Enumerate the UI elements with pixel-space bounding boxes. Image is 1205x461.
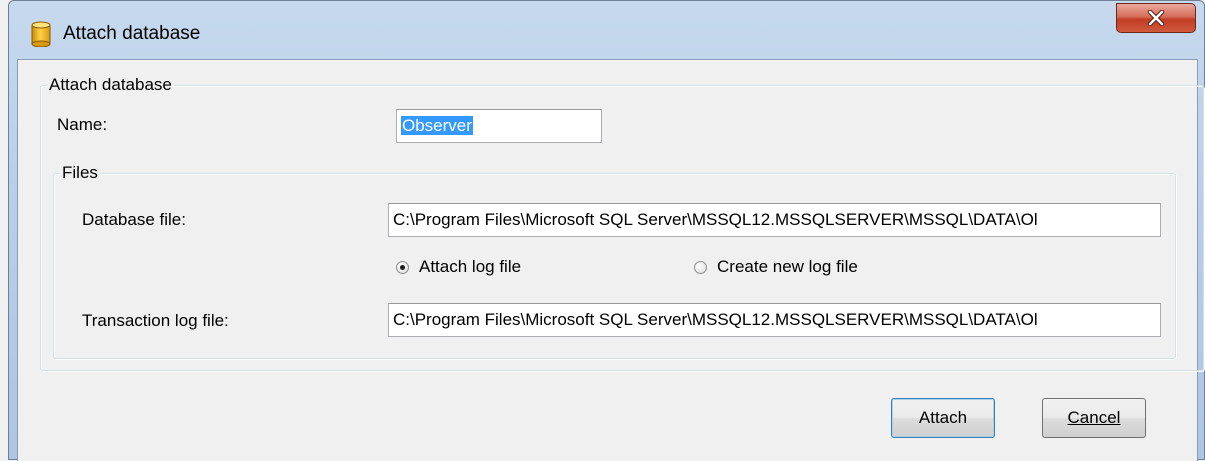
create-new-log-file-label: Create new log file [717,257,858,276]
attach-database-group: Attach database Name: Observer Files Dat… [40,75,1204,371]
attach-database-group-legend: Attach database [47,75,174,95]
database-file-value: C:\Program Files\Microsoft SQL Server\MS… [393,210,1038,229]
transaction-log-file-value: C:\Program Files\Microsoft SQL Server\MS… [393,310,1038,329]
name-input[interactable]: Observer [396,109,602,143]
attach-button[interactable]: Attach [891,398,995,438]
attach-log-file-label: Attach log file [419,257,522,276]
close-icon [1147,10,1165,26]
window-title: Attach database [63,23,201,44]
attach-database-dialog: Attach database Attach database Name: Ob… [8,0,1205,461]
files-group-legend: Files [60,163,100,183]
name-label: Name: [57,115,108,134]
create-new-log-file-radio[interactable]: Create new log file [694,257,858,277]
attach-button-label: Attach [918,408,968,427]
database-file-input[interactable]: C:\Program Files\Microsoft SQL Server\MS… [388,203,1161,237]
close-button[interactable] [1116,3,1196,33]
name-input-value: Observer [401,116,473,135]
title-bar[interactable]: Attach database [9,1,1204,59]
database-icon [31,21,51,48]
files-group: Files Database file: C:\Program Files\Mi… [53,163,1176,359]
transaction-log-file-input[interactable]: C:\Program Files\Microsoft SQL Server\MS… [388,303,1161,337]
cancel-button[interactable]: Cancel [1042,398,1146,438]
cancel-button-label: Cancel [1067,408,1121,427]
transaction-log-file-label: Transaction log file: [82,311,229,330]
create-new-log-file-radio-button[interactable] [694,260,707,274]
attach-log-file-radio-button[interactable] [396,260,409,274]
attach-log-file-radio[interactable]: Attach log file [396,257,521,277]
dialog-body: Attach database Name: Observer Files Dat… [17,59,1204,461]
database-file-label: Database file: [82,210,186,229]
